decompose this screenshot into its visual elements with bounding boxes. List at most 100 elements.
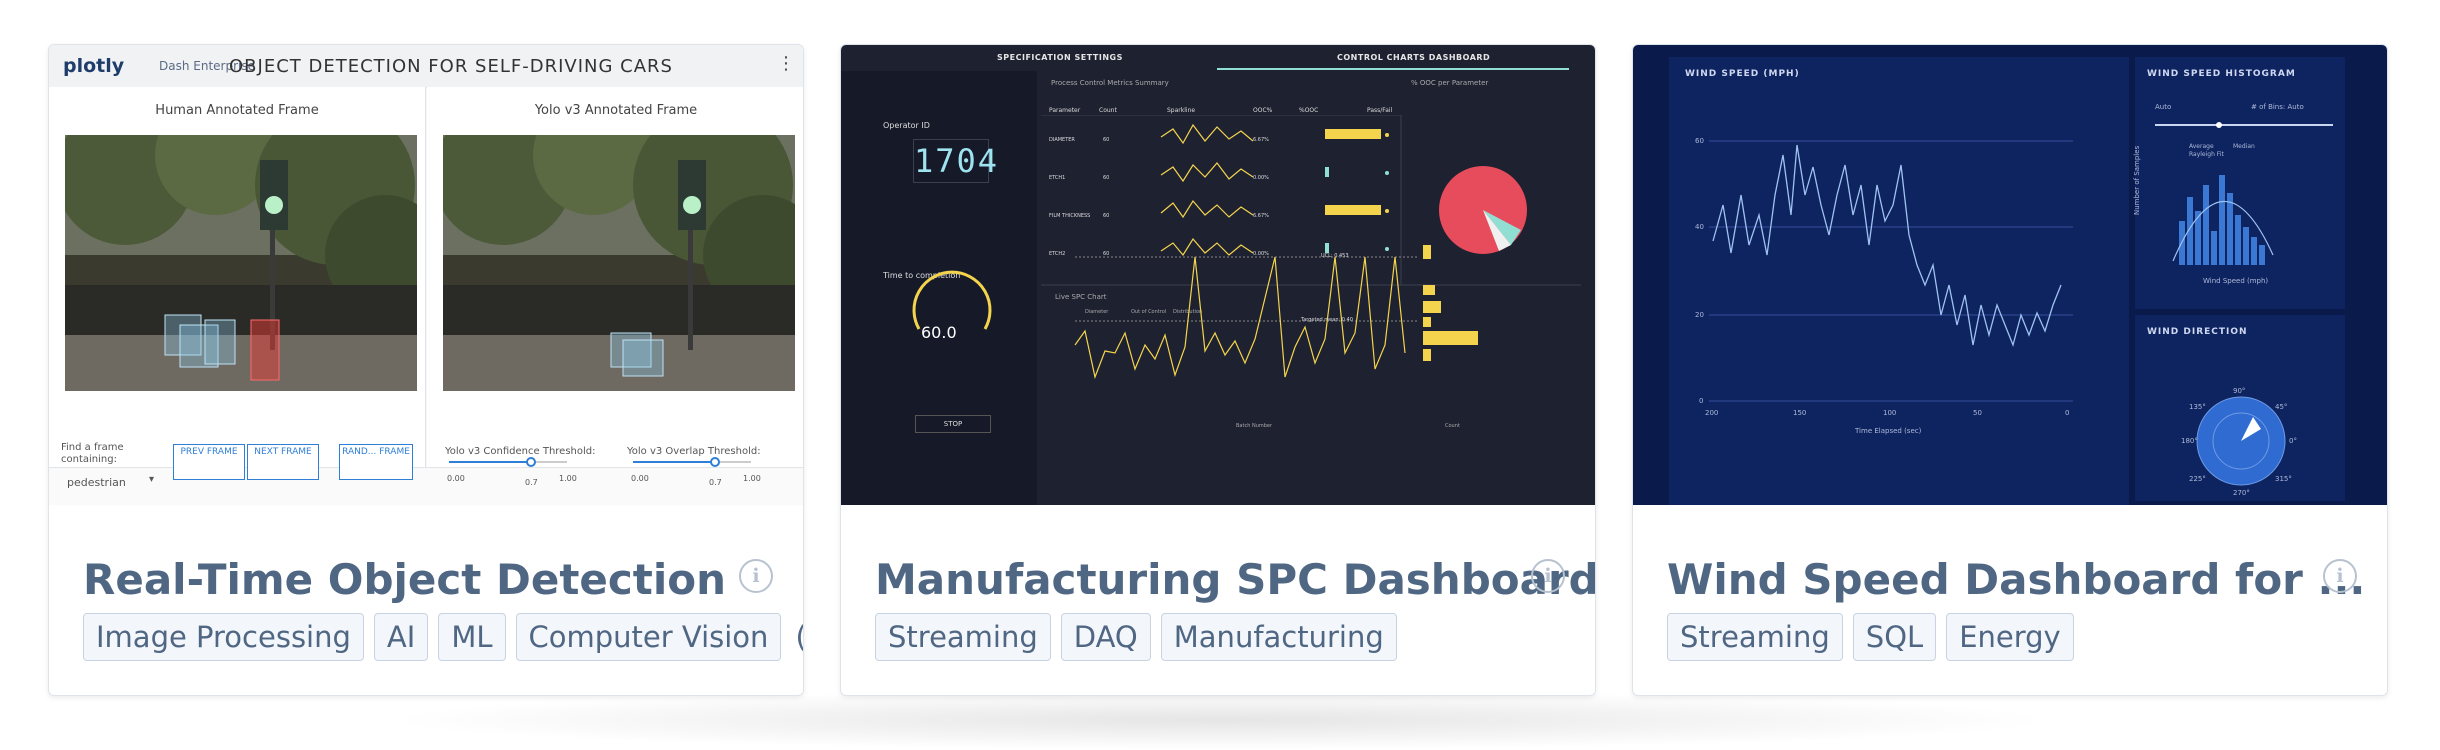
column-header: Pass/Fail (1367, 107, 1393, 114)
active-tab-indicator (1217, 68, 1569, 70)
conf-slider-value: 0.7 (525, 478, 538, 487)
direction-title: WIND DIRECTION (2147, 327, 2248, 337)
card-thumbnail[interactable]: WIND SPEED (MPH) WIND SPEED HISTOGRAM Au… (1633, 45, 2387, 505)
direction-tick: 270° (2233, 489, 2250, 497)
info-icon[interactable]: i (739, 559, 773, 593)
bins-label: # of Bins: Auto (2251, 103, 2304, 111)
card-title[interactable]: Wind Speed Dashboard for ... (1667, 555, 2365, 604)
tag[interactable]: Energy (1946, 613, 2074, 661)
tag[interactable]: Computer Vision (515, 613, 782, 661)
overlap-slider-value: 0.7 (709, 478, 722, 487)
tag[interactable]: ML (438, 613, 506, 661)
wind-dashboard-graphics (1669, 57, 2345, 505)
column-header: OOC% (1253, 107, 1273, 114)
shadow-decoration (380, 690, 2060, 750)
pie-title: % OOC per Parameter (1411, 79, 1489, 87)
legend-entry: Average (2189, 143, 2214, 150)
card-title[interactable]: Manufacturing SPC Dashboard (875, 555, 1595, 604)
tab-control-charts[interactable]: CONTROL CHARTS DASHBOARD (1337, 53, 1490, 62)
app-card-object-detection[interactable]: plotly Dash Enterprise OBJECT DETECTION … (48, 44, 804, 696)
hist-y-label: Number of Samples (2133, 145, 2141, 215)
app-card-wind-speed[interactable]: WIND SPEED (MPH) WIND SPEED HISTOGRAM Au… (1632, 44, 2388, 696)
info-icon[interactable]: i (2323, 559, 2357, 593)
column-header: Parameter (1049, 107, 1081, 114)
legend-entry: Distribution (1173, 309, 1202, 315)
slider-max: 1.00 (743, 474, 761, 483)
direction-tick: 90° (2233, 387, 2246, 395)
x-tick: 150 (1793, 409, 1807, 417)
app-card-manufacturing-spc[interactable]: SPECIFICATION SETTINGS CONTROL CHARTS DA… (840, 44, 1596, 696)
random-frame-button[interactable]: RAND... FRAME (339, 444, 413, 480)
live-chart-title: Live SPC Chart (1055, 293, 1107, 301)
pane-caption: Human Annotated Frame (155, 103, 319, 118)
slider-max: 1.00 (559, 474, 577, 483)
ucl-label: UCL: 0.453 (1321, 253, 1349, 259)
direction-tick: 225° (2189, 475, 2206, 483)
spc-graphics: Live SPC Chart Diameter Out of Control D… (1041, 115, 1581, 429)
card-thumbnail[interactable]: plotly Dash Enterprise OBJECT DETECTION … (49, 45, 803, 505)
find-frame-label: Find a frame containing: (61, 442, 124, 465)
x-tick: 50 (1973, 409, 1982, 417)
x-tick: 200 (1705, 409, 1719, 417)
operator-label: Operator ID (883, 121, 930, 130)
y-tick: 60 (1695, 137, 1704, 145)
street-photo (65, 135, 417, 391)
card-title[interactable]: Real-Time Object Detection (83, 555, 726, 604)
summary-title: Process Control Metrics Summary (1051, 79, 1169, 87)
tag-list: Image Processing AI ML Computer Vision (… (83, 613, 803, 661)
tag[interactable]: Streaming (1667, 613, 1843, 661)
street-photo (443, 135, 795, 391)
direction-tick: 45° (2275, 403, 2288, 411)
stop-button[interactable]: STOP (915, 415, 991, 433)
tag[interactable]: AI (373, 613, 429, 661)
x-axis-label: Time Elapsed (sec) (1855, 427, 1922, 435)
legend-entry: Rayleigh Fit (2189, 151, 2224, 158)
direction-tick: 180° (2181, 437, 2198, 445)
tag[interactable]: Manufacturing (1160, 613, 1397, 661)
x-tick: 0 (2065, 409, 2070, 417)
app-header: plotly Dash Enterprise OBJECT DETECTION … (49, 45, 803, 88)
next-frame-button[interactable]: NEXT FRAME (247, 444, 319, 480)
x-tick: 100 (1883, 409, 1897, 417)
hist-x-label: Wind Speed (mph) (2203, 277, 2269, 285)
y-tick: 20 (1695, 311, 1704, 319)
legend-entry: Diameter (1085, 309, 1109, 315)
y-tick: 0 (1699, 397, 1704, 405)
tag[interactable]: Streaming (875, 613, 1051, 661)
threshold-sliders[interactable] (443, 456, 773, 496)
menu-icon: ⋮ (777, 53, 795, 74)
tab-specification-settings[interactable]: SPECIFICATION SETTINGS (997, 53, 1123, 62)
operator-id-display: 1704 (913, 139, 997, 183)
wind-speed-title: WIND SPEED (MPH) (1685, 69, 1800, 79)
prev-frame-button[interactable]: PREV FRAME (173, 444, 245, 480)
column-header: %OOC (1299, 107, 1319, 114)
control-bar: Find a frame containing: pedestrian ▾ PR… (49, 442, 803, 505)
plotly-logo: plotly (63, 55, 125, 77)
slider-min: 0.00 (447, 474, 465, 483)
human-annotated-pane: Human Annotated Frame (49, 87, 426, 467)
tag[interactable]: DAQ (1060, 613, 1151, 661)
x-axis-label: Batch Number (1236, 423, 1273, 429)
direction-tick: 0° (2289, 437, 2297, 445)
column-header: Count (1099, 107, 1117, 114)
tag[interactable]: Image Processing (83, 613, 364, 661)
tag-list: Streaming SQL Energy (1667, 613, 2074, 661)
more-tags-count[interactable]: (+1) (791, 614, 803, 660)
target-label: Targeted mean: 0.40 (1300, 317, 1353, 323)
card-thumbnail[interactable]: SPECIFICATION SETTINGS CONTROL CHARTS DA… (841, 45, 1595, 505)
find-frame-select[interactable]: pedestrian (67, 476, 126, 489)
legend-entry: Out of Control (1131, 309, 1166, 315)
direction-tick: 315° (2275, 475, 2292, 483)
dashboard-tabs: SPECIFICATION SETTINGS CONTROL CHARTS DA… (841, 45, 1581, 71)
y-tick: 40 (1695, 223, 1704, 231)
info-icon[interactable]: i (1531, 559, 1565, 593)
count-label: Count (1445, 423, 1460, 429)
yolo-annotated-pane: Yolo v3 Annotated Frame (427, 87, 803, 467)
chevron-down-icon[interactable]: ▾ (149, 474, 154, 485)
tag-list: Streaming DAQ Manufacturing (875, 613, 1397, 661)
app-title: OBJECT DETECTION FOR SELF-DRIVING CARS (229, 56, 673, 77)
legend-entry: Median (2233, 143, 2255, 150)
auto-checkbox-label[interactable]: Auto (2155, 103, 2171, 111)
tag[interactable]: SQL (1852, 613, 1937, 661)
direction-tick: 135° (2189, 403, 2206, 411)
